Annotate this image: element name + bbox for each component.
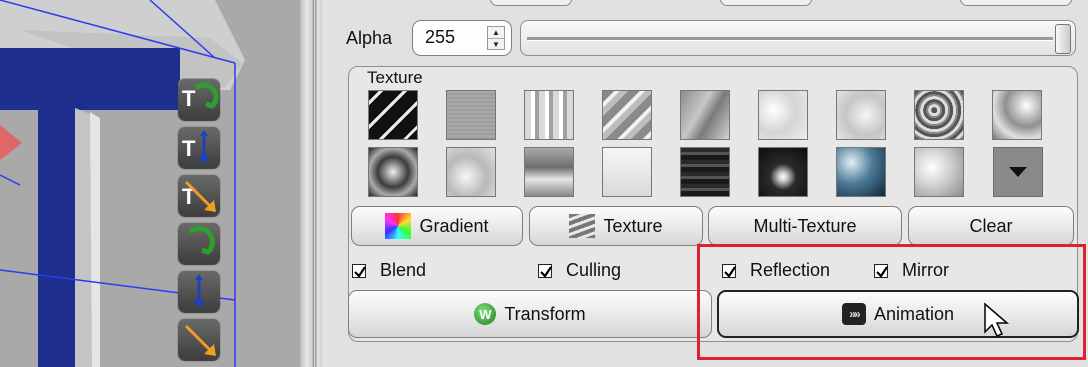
clear-button-label: Clear (969, 215, 1013, 236)
more-textures-button[interactable] (993, 147, 1043, 197)
check-icon (876, 265, 888, 278)
red-axis-marker (0, 125, 22, 160)
scale-icon: T (182, 180, 216, 212)
texture-swatch-streaks-dark[interactable] (680, 147, 730, 197)
splitter-handle[interactable] (300, 0, 322, 367)
gradient-button-label: Gradient (419, 215, 489, 236)
animation-button[interactable]: »» Animation (717, 290, 1079, 338)
texture-swatch-swirl-dark[interactable] (368, 147, 418, 197)
reflection-checkbox[interactable]: Reflection (722, 260, 830, 281)
texture-swatch-diagonal-stripes-light[interactable] (602, 90, 652, 140)
alpha-spinbox[interactable]: 255 ▲ ▼ (412, 20, 512, 56)
spin-up-icon[interactable]: ▲ (488, 27, 504, 38)
texture-swatch-wave-horizontal[interactable] (524, 147, 574, 197)
texture-swatch-rock-rough[interactable] (914, 90, 964, 140)
scale-gizmo-2[interactable] (178, 318, 220, 360)
top-control-stub (490, 0, 572, 6)
svg-text:T: T (182, 184, 196, 209)
multi-texture-button-label: Multi-Texture (753, 215, 857, 236)
checkbox-box[interactable] (722, 263, 736, 278)
svg-text:T: T (182, 136, 196, 161)
culling-checkbox[interactable]: Culling (538, 260, 621, 281)
move-gizmo[interactable]: T (178, 126, 220, 168)
rotate-icon (188, 226, 215, 255)
3d-viewport[interactable]: T T T (0, 0, 300, 367)
rotate-gizmo-2[interactable] (178, 222, 220, 264)
svg-text:T: T (182, 86, 196, 111)
texture-group-title: Texture (367, 68, 423, 87)
texture-swatch-gradient-white[interactable] (602, 147, 652, 197)
checkbox-box[interactable] (874, 263, 888, 278)
slider-thumb[interactable] (1055, 24, 1071, 54)
texture-button-label: Texture (603, 215, 663, 236)
alpha-value[interactable]: 255 (425, 27, 455, 48)
top-control-stub (720, 0, 812, 6)
move-y-icon (193, 274, 205, 308)
mirror-checkbox[interactable]: Mirror (874, 260, 949, 281)
checkbox-box[interactable] (352, 263, 366, 278)
texture-swatch-glow-blue[interactable] (836, 147, 886, 197)
texture-icon (569, 214, 596, 238)
3d-text-object[interactable] (0, 0, 300, 367)
texture-swatch-noise-gray[interactable] (446, 90, 496, 140)
alpha-spin-buttons[interactable]: ▲ ▼ (487, 26, 505, 50)
animation-button-label: Animation (873, 303, 955, 324)
top-control-stub (960, 0, 1072, 6)
animation-icon: »» (841, 303, 866, 325)
texture-swatch-marble-cloud[interactable] (446, 147, 496, 197)
transform-button[interactable]: W Transform (348, 290, 712, 338)
blend-label: Blend (380, 260, 427, 280)
transform-icon: W (474, 303, 497, 325)
texture-swatch-diagonal-stripes-dark[interactable] (368, 90, 418, 140)
clear-button[interactable]: Clear (908, 206, 1074, 246)
transform-button-label: Transform (504, 303, 586, 324)
texture-swatch-vertical-stripes[interactable] (524, 90, 574, 140)
texture-swatch-radial-soft[interactable] (914, 147, 964, 197)
chevron-down-icon (1009, 167, 1027, 177)
rotate-icon: T (182, 82, 219, 111)
check-icon (354, 265, 366, 278)
texture-swatch-marble-white[interactable] (758, 90, 808, 140)
slider-track (527, 37, 1053, 41)
texture-button[interactable]: Texture (529, 206, 703, 246)
mirror-label: Mirror (902, 260, 949, 280)
spin-down-icon[interactable]: ▼ (488, 38, 504, 50)
t-letter-face (0, 48, 180, 110)
texture-swatch-swirl-silver[interactable] (992, 90, 1042, 140)
alpha-slider[interactable] (520, 20, 1076, 56)
gradient-icon (385, 213, 412, 239)
texture-swatch-marble-light[interactable] (836, 90, 886, 140)
arrow-cursor-icon (984, 302, 1010, 337)
texture-swatch-streaks-gray[interactable] (680, 90, 730, 140)
checkbox-box[interactable] (538, 263, 552, 278)
alpha-label: Alpha (346, 28, 393, 48)
reflection-label: Reflection (750, 260, 831, 280)
gradient-button[interactable]: Gradient (351, 206, 523, 246)
blend-checkbox[interactable]: Blend (352, 260, 426, 281)
scale-gizmo[interactable]: T (178, 174, 220, 216)
check-icon (724, 265, 736, 278)
texture-swatch-spotlight-dark[interactable] (758, 147, 808, 197)
move-y-icon: T (182, 130, 210, 164)
culling-label: Culling (566, 260, 622, 280)
scale-icon (184, 324, 216, 356)
check-icon (540, 265, 552, 278)
multi-texture-button[interactable]: Multi-Texture (708, 206, 902, 246)
move-gizmo-2[interactable] (178, 270, 220, 312)
rotate-gizmo[interactable]: T (178, 78, 220, 120)
